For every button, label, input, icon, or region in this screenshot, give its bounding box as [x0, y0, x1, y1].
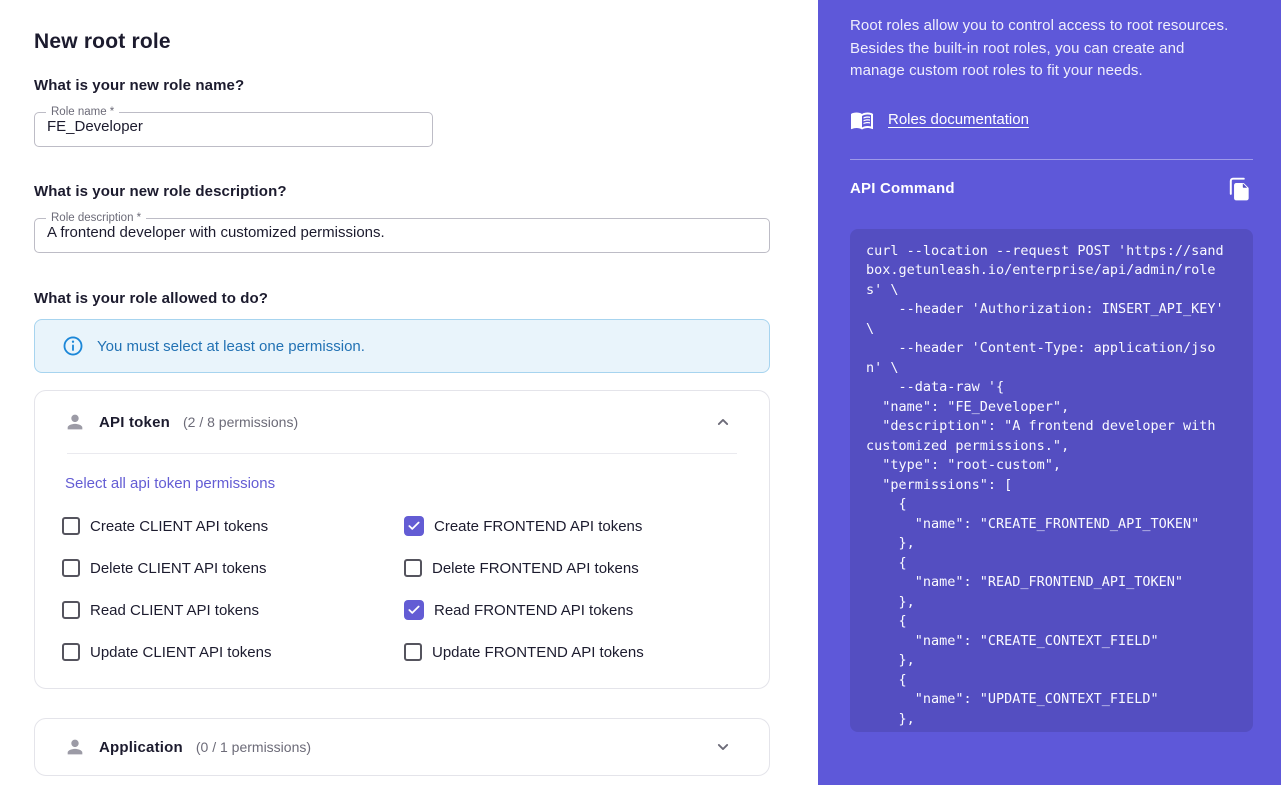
role-name-field: Role name *: [34, 106, 433, 147]
api-command-title: API Command: [850, 180, 955, 197]
application-permission-count: (0 / 1 permissions): [196, 739, 311, 755]
permission-label: Create FRONTEND API tokens: [434, 518, 642, 535]
checkbox[interactable]: [62, 643, 80, 661]
permission-label: Read CLIENT API tokens: [90, 602, 259, 619]
permission-label: Update CLIENT API tokens: [90, 644, 272, 661]
api-token-permission-count: (2 / 8 permissions): [183, 414, 298, 430]
info-icon: [62, 335, 84, 357]
chevron-up-icon: [713, 412, 733, 432]
api-token-accordion-title: API token: [99, 414, 170, 431]
api-command-code-block: curl --location --request POST 'https://…: [850, 229, 1253, 732]
checkbox[interactable]: [62, 601, 80, 619]
chevron-down-icon: [713, 737, 733, 757]
permission-group-application: Application (0 / 1 permissions): [34, 718, 770, 776]
book-icon: [850, 108, 874, 132]
role-permissions-question: What is your role allowed to do?: [34, 290, 818, 307]
permission-row-create-frontend[interactable]: Create FRONTEND API tokens: [404, 515, 737, 537]
permission-row-delete-frontend[interactable]: Delete FRONTEND API tokens: [404, 557, 737, 579]
root-roles-description: Root roles allow you to control access t…: [850, 15, 1232, 83]
new-root-role-page: New root role What is your new role name…: [0, 0, 1281, 785]
role-description-field: Role description *: [34, 212, 770, 253]
role-info-sidebar: Root roles allow you to control access t…: [818, 0, 1281, 785]
copy-command-button[interactable]: [1227, 176, 1253, 202]
role-name-field-label: Role name *: [46, 106, 119, 118]
permission-label: Read FRONTEND API tokens: [434, 602, 633, 619]
permission-row-update-client[interactable]: Update CLIENT API tokens: [62, 641, 404, 663]
role-description-field-label: Role description *: [46, 212, 146, 224]
permission-row-read-frontend[interactable]: Read FRONTEND API tokens: [404, 599, 737, 621]
role-form: New root role What is your new role name…: [0, 0, 818, 785]
permission-row-read-client[interactable]: Read CLIENT API tokens: [62, 599, 404, 621]
alert-text: You must select at least one permission.: [97, 338, 365, 355]
checkbox[interactable]: [62, 559, 80, 577]
api-token-permission-grid: Create CLIENT API tokens Delete CLIENT A…: [62, 515, 737, 663]
permission-label: Create CLIENT API tokens: [90, 518, 268, 535]
api-token-accordion-body: Select all api token permissions Create …: [35, 454, 769, 688]
permission-info-alert: You must select at least one permission.: [34, 319, 770, 373]
api-token-accordion-header[interactable]: API token (2 / 8 permissions): [35, 391, 769, 453]
checkbox[interactable]: [404, 600, 424, 620]
checkbox[interactable]: [404, 516, 424, 536]
application-accordion-title: Application: [99, 739, 183, 756]
permission-group-api-token: API token (2 / 8 permissions) Select all…: [34, 390, 770, 689]
permission-row-update-frontend[interactable]: Update FRONTEND API tokens: [404, 641, 737, 663]
permission-label: Update FRONTEND API tokens: [432, 644, 644, 661]
docs-link-row: Roles documentation: [850, 108, 1253, 132]
page-title: New root role: [34, 30, 818, 54]
sidebar-divider: [850, 159, 1253, 160]
role-name-input[interactable]: [47, 118, 420, 135]
api-command-header: API Command: [850, 176, 1253, 202]
select-all-api-token-permissions-link[interactable]: Select all api token permissions: [65, 475, 275, 492]
person-icon: [64, 736, 86, 758]
application-accordion-header[interactable]: Application (0 / 1 permissions): [35, 719, 769, 775]
permission-row-delete-client[interactable]: Delete CLIENT API tokens: [62, 557, 404, 579]
role-name-question: What is your new role name?: [34, 77, 818, 94]
permission-label: Delete CLIENT API tokens: [90, 560, 266, 577]
checkbox[interactable]: [404, 643, 422, 661]
role-description-question: What is your new role description?: [34, 183, 818, 200]
permission-label: Delete FRONTEND API tokens: [432, 560, 639, 577]
checkbox[interactable]: [404, 559, 422, 577]
person-icon: [64, 411, 86, 433]
role-description-input[interactable]: [47, 224, 757, 241]
copy-icon: [1227, 176, 1253, 202]
curl-command: curl --location --request POST 'https://…: [866, 242, 1239, 730]
permission-row-create-client[interactable]: Create CLIENT API tokens: [62, 515, 404, 537]
roles-documentation-link[interactable]: Roles documentation: [888, 111, 1029, 128]
checkbox[interactable]: [62, 517, 80, 535]
